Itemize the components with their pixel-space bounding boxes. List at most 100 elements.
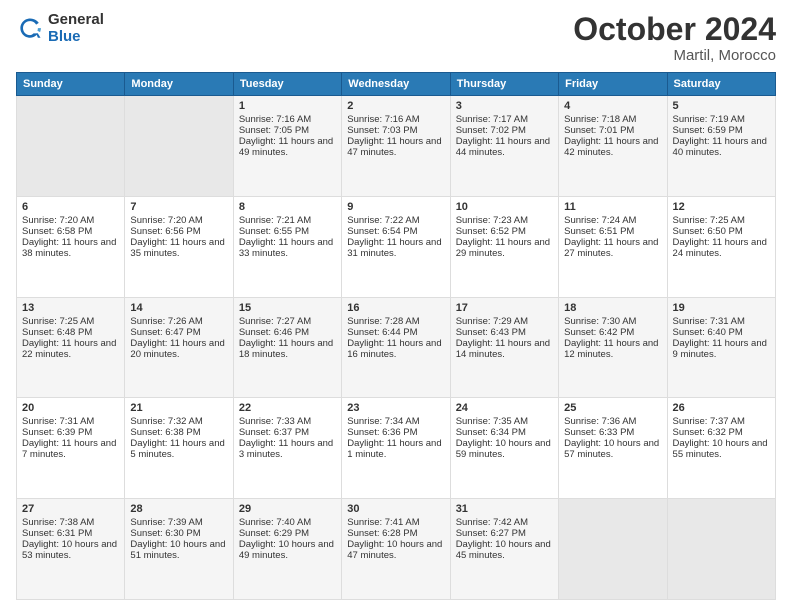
daylight-text: Daylight: 11 hours and 16 minutes. xyxy=(347,338,441,360)
sunrise-text: Sunrise: 7:42 AM xyxy=(456,517,528,528)
sunrise-text: Sunrise: 7:32 AM xyxy=(130,416,202,427)
col-monday: Monday xyxy=(125,73,233,96)
daylight-text: Daylight: 11 hours and 22 minutes. xyxy=(22,338,116,360)
month-title: October 2024 xyxy=(573,12,776,47)
day-number: 1 xyxy=(239,100,336,112)
daylight-text: Daylight: 10 hours and 47 minutes. xyxy=(347,539,442,561)
sunrise-text: Sunrise: 7:33 AM xyxy=(239,416,311,427)
week-row-4: 27Sunrise: 7:38 AMSunset: 6:31 PMDayligh… xyxy=(17,499,776,600)
sunrise-text: Sunrise: 7:37 AM xyxy=(673,416,745,427)
sunset-text: Sunset: 6:52 PM xyxy=(456,226,526,237)
day-cell: 2Sunrise: 7:16 AMSunset: 7:03 PMDaylight… xyxy=(342,96,450,197)
sunset-text: Sunset: 6:39 PM xyxy=(22,427,92,438)
sunset-text: Sunset: 6:30 PM xyxy=(130,528,200,539)
sunrise-text: Sunrise: 7:16 AM xyxy=(347,114,419,125)
col-wednesday: Wednesday xyxy=(342,73,450,96)
sunset-text: Sunset: 6:44 PM xyxy=(347,327,417,338)
day-cell: 9Sunrise: 7:22 AMSunset: 6:54 PMDaylight… xyxy=(342,196,450,297)
day-cell xyxy=(559,499,667,600)
day-number: 12 xyxy=(673,201,770,213)
sunset-text: Sunset: 7:01 PM xyxy=(564,125,634,136)
sunrise-text: Sunrise: 7:30 AM xyxy=(564,316,636,327)
sunset-text: Sunset: 6:48 PM xyxy=(22,327,92,338)
day-cell: 3Sunrise: 7:17 AMSunset: 7:02 PMDaylight… xyxy=(450,96,558,197)
day-number: 27 xyxy=(22,503,119,515)
sunset-text: Sunset: 6:33 PM xyxy=(564,427,634,438)
sunrise-text: Sunrise: 7:23 AM xyxy=(456,215,528,226)
day-number: 21 xyxy=(130,402,227,414)
day-number: 6 xyxy=(22,201,119,213)
day-number: 15 xyxy=(239,302,336,314)
daylight-text: Daylight: 11 hours and 1 minute. xyxy=(347,438,441,460)
day-cell: 29Sunrise: 7:40 AMSunset: 6:29 PMDayligh… xyxy=(233,499,341,600)
sunrise-text: Sunrise: 7:36 AM xyxy=(564,416,636,427)
logo-text: General Blue xyxy=(48,12,104,45)
day-cell: 16 Sunrise: 7:28 AMSunset: 6:44 PMDayligh… xyxy=(342,297,450,398)
day-cell xyxy=(17,96,125,197)
logo: General Blue xyxy=(16,12,104,45)
day-number: 24 xyxy=(456,402,553,414)
daylight-text: Daylight: 10 hours and 59 minutes. xyxy=(456,438,551,460)
day-cell: 4Sunrise: 7:18 AMSunset: 7:01 PMDaylight… xyxy=(559,96,667,197)
day-number: 29 xyxy=(239,503,336,515)
sunset-text: Sunset: 6:32 PM xyxy=(673,427,743,438)
day-cell: 18Sunrise: 7:30 AMSunset: 6:42 PMDayligh… xyxy=(559,297,667,398)
day-number: 2 xyxy=(347,100,444,112)
daylight-text: Daylight: 11 hours and 24 minutes. xyxy=(673,237,767,259)
day-cell xyxy=(125,96,233,197)
sunrise-text: Sunrise: 7:25 AM xyxy=(673,215,745,226)
sunrise-text: Sunrise: 7:19 AM xyxy=(673,114,745,125)
day-number: 7 xyxy=(130,201,227,213)
daylight-text: Daylight: 11 hours and 5 minutes. xyxy=(130,438,224,460)
day-cell: 22Sunrise: 7:33 AMSunset: 6:37 PMDayligh… xyxy=(233,398,341,499)
daylight-text: Daylight: 11 hours and 33 minutes. xyxy=(239,237,333,259)
daylight-text: Daylight: 10 hours and 45 minutes. xyxy=(456,539,551,561)
sunrise-text: Sunrise: 7:29 AM xyxy=(456,316,528,327)
day-cell: 17Sunrise: 7:29 AMSunset: 6:43 PMDayligh… xyxy=(450,297,558,398)
header-row: Sunday Monday Tuesday Wednesday Thursday… xyxy=(17,73,776,96)
sunset-text: Sunset: 6:58 PM xyxy=(22,226,92,237)
calendar-table: Sunday Monday Tuesday Wednesday Thursday… xyxy=(16,72,776,600)
day-cell: 1Sunrise: 7:16 AMSunset: 7:05 PMDaylight… xyxy=(233,96,341,197)
day-number: 30 xyxy=(347,503,444,515)
week-row-2: 13Sunrise: 7:25 AMSunset: 6:48 PMDayligh… xyxy=(17,297,776,398)
week-row-0: 1Sunrise: 7:16 AMSunset: 7:05 PMDaylight… xyxy=(17,96,776,197)
col-sunday: Sunday xyxy=(17,73,125,96)
daylight-text: Daylight: 11 hours and 40 minutes. xyxy=(673,136,767,158)
logo-general-text: General xyxy=(48,12,104,29)
daylight-text: Daylight: 11 hours and 9 minutes. xyxy=(673,338,767,360)
sunset-text: Sunset: 6:46 PM xyxy=(239,327,309,338)
sunrise-text: Sunrise: 7:16 AM xyxy=(239,114,311,125)
sunrise-text: Sunrise: 7:28 AM xyxy=(347,316,419,327)
sunrise-text: Sunrise: 7:21 AM xyxy=(239,215,311,226)
day-number: 22 xyxy=(239,402,336,414)
sunrise-text: Sunrise: 7:34 AM xyxy=(347,416,419,427)
day-cell: 26Sunrise: 7:37 AMSunset: 6:32 PMDayligh… xyxy=(667,398,775,499)
day-cell: 28Sunrise: 7:39 AMSunset: 6:30 PMDayligh… xyxy=(125,499,233,600)
logo-icon xyxy=(16,15,44,43)
daylight-text: Daylight: 10 hours and 57 minutes. xyxy=(564,438,659,460)
sunset-text: Sunset: 6:37 PM xyxy=(239,427,309,438)
sunset-text: Sunset: 6:59 PM xyxy=(673,125,743,136)
daylight-text: Daylight: 11 hours and 49 minutes. xyxy=(239,136,333,158)
day-number: 13 xyxy=(22,302,119,314)
day-cell: 27Sunrise: 7:38 AMSunset: 6:31 PMDayligh… xyxy=(17,499,125,600)
sunrise-text: Sunrise: 7:38 AM xyxy=(22,517,94,528)
sunset-text: Sunset: 6:34 PM xyxy=(456,427,526,438)
daylight-text: Daylight: 11 hours and 47 minutes. xyxy=(347,136,441,158)
sunset-text: Sunset: 6:36 PM xyxy=(347,427,417,438)
day-number: 3 xyxy=(456,100,553,112)
sunrise-text: Sunrise: 7:17 AM xyxy=(456,114,528,125)
day-cell: 6Sunrise: 7:20 AMSunset: 6:58 PMDaylight… xyxy=(17,196,125,297)
day-number: 16 xyxy=(347,302,444,314)
day-number: 11 xyxy=(564,201,661,213)
sunset-text: Sunset: 6:28 PM xyxy=(347,528,417,539)
sunset-text: Sunset: 6:56 PM xyxy=(130,226,200,237)
sunrise-text: Sunrise: 7:31 AM xyxy=(22,416,94,427)
daylight-text: Daylight: 11 hours and 38 minutes. xyxy=(22,237,116,259)
day-number: 17 xyxy=(456,302,553,314)
sunrise-text: Sunrise: 7:40 AM xyxy=(239,517,311,528)
day-number: 26 xyxy=(673,402,770,414)
day-number: 9 xyxy=(347,201,444,213)
day-cell: 24Sunrise: 7:35 AMSunset: 6:34 PMDayligh… xyxy=(450,398,558,499)
